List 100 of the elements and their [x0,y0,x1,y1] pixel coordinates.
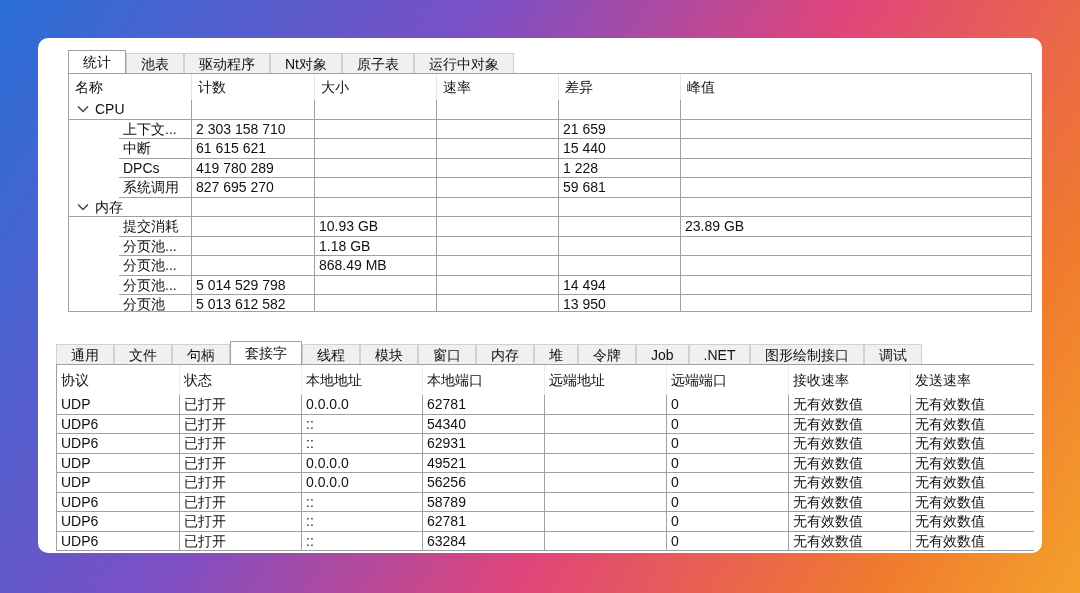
table-cell: 5 014 529 798 [191,275,314,295]
table-cell: 59 681 [558,178,680,198]
table-cell: 14 494 [558,275,680,295]
table-cell: :: [301,414,422,433]
table-cell: 15 440 [558,139,680,159]
table-cell: 已打开 [179,434,301,453]
table-cell: :: [301,434,422,453]
column-header: 名称 [74,78,104,97]
table-cell-text: UDP [60,395,92,414]
table-cell: 无有效数值 [788,512,910,531]
tab[interactable]: 通用 [56,344,114,364]
table-cell-text: UDP6 [60,414,100,433]
tree-item-label[interactable]: 提交消耗 [119,217,191,237]
table-cell: 0 [666,395,788,414]
table-cell: 23.89 GB [680,217,1031,237]
table-cell: :: [301,492,422,511]
table-cell: 无有效数值 [910,414,1033,433]
chevron-down-icon[interactable] [77,202,89,211]
tab[interactable]: 池表 [126,53,184,73]
table-cell: 54340 [422,414,544,433]
table-cell: 无有效数值 [788,473,910,492]
table-cell: 419 780 289 [191,158,314,178]
table-cell: 无有效数值 [788,434,910,453]
table-cell: 已打开 [179,492,301,511]
table-cell: 1 228 [558,158,680,178]
table-cell: 已打开 [179,531,301,550]
tab[interactable]: 句柄 [172,344,230,364]
tab[interactable]: 线程 [302,344,360,364]
table-cell-text: UDP [60,473,92,492]
tree-item-label[interactable]: 分页池... [119,236,191,256]
tab[interactable]: .NET [688,344,751,364]
column-header: 峰值 [680,74,1031,100]
tab[interactable]: 套接字 [230,341,302,364]
tree-item-label[interactable]: 分页池... [119,256,191,276]
tab[interactable]: 文件 [114,344,172,364]
table-cell: 5 013 612 582 [191,295,314,311]
table-cell: 无有效数值 [910,473,1033,492]
table-cell: 无有效数值 [910,531,1033,550]
table-cell: 已打开 [179,395,301,414]
chevron-down-icon[interactable] [77,105,89,114]
tab[interactable]: 原子表 [342,53,414,73]
table-cell: 61 615 621 [191,139,314,159]
column-header: 状态 [179,365,301,395]
column-header: 本地端口 [422,365,544,395]
table-cell: 0 [666,434,788,453]
table-cell-text: UDP6 [60,512,100,531]
tree-group-label[interactable]: CPU [95,102,125,117]
table-cell: 58789 [422,492,544,511]
table-cell: 无有效数值 [788,531,910,550]
table-cell: 无有效数值 [910,512,1033,531]
table-cell: 无有效数值 [788,414,910,433]
tree-item-label[interactable]: 系统调用 [119,178,191,198]
tab[interactable]: 窗口 [418,344,476,364]
tab[interactable]: 内存 [476,344,534,364]
table-cell: 0 [666,414,788,433]
tree-item-label[interactable]: DPCs [119,158,191,178]
table-cell: 0 [666,453,788,472]
table-cell: 62931 [422,434,544,453]
column-header: 计数 [191,74,314,100]
table-cell: 2 303 158 710 [191,119,314,139]
column-header: 本地地址 [301,365,422,395]
tab[interactable]: Job [636,344,689,364]
table-cell: 56256 [422,473,544,492]
tab[interactable]: 统计 [68,50,126,73]
table-cell: 已打开 [179,414,301,433]
tab[interactable]: 驱动程序 [184,53,270,73]
table-cell: 0 [666,512,788,531]
table-cell: 868.49 MB [314,256,436,276]
tree-item-label[interactable]: 分页池 [119,295,191,311]
table-cell: 49521 [422,453,544,472]
tree-item-label[interactable]: 中断 [119,139,191,159]
table-cell: 无有效数值 [910,434,1033,453]
table-cell: :: [301,512,422,531]
table-cell: 0 [666,492,788,511]
table-cell: 63284 [422,531,544,550]
tab[interactable]: Nt对象 [270,53,342,73]
table-cell: 13 950 [558,295,680,311]
table-cell: 0 [666,531,788,550]
tree-item-label[interactable]: 分页池... [119,275,191,295]
tab[interactable]: 图形绘制接口 [750,344,865,364]
table-cell: 62781 [422,512,544,531]
table-cell: 无有效数值 [910,492,1033,511]
column-header: 接收速率 [788,365,910,395]
table-cell: 无有效数值 [910,453,1033,472]
column-header: 协议 [60,371,90,390]
table-cell: 1.18 GB [314,236,436,256]
tab[interactable]: 模块 [360,344,418,364]
table-cell: 无有效数值 [788,492,910,511]
table-cell: 0.0.0.0 [301,453,422,472]
tab[interactable]: 运行中对象 [414,53,514,73]
column-header: 远端地址 [544,365,666,395]
table-cell: 无有效数值 [910,395,1033,414]
tree-item-label[interactable]: 上下文... [119,119,191,139]
table-cell: 无有效数值 [788,453,910,472]
table-cell-text: UDP6 [60,434,100,453]
tree-group-label[interactable]: 内存 [95,199,123,214]
table-cell: 10.93 GB [314,217,436,237]
tab[interactable]: 令牌 [578,344,636,364]
tab[interactable]: 调试 [864,344,923,364]
tab[interactable]: 堆 [534,344,578,364]
